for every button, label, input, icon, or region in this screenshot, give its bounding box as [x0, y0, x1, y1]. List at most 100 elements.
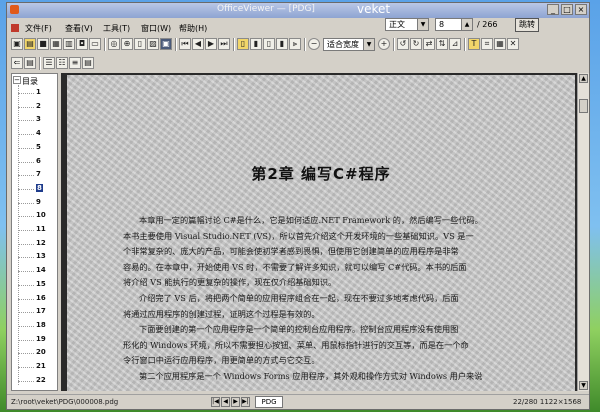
tree-item[interactable]: 4 [18, 129, 57, 139]
menu-help[interactable]: 帮助(H) [179, 23, 207, 34]
tree-item-label: 16 [36, 293, 46, 302]
mirror-icon[interactable]: ⊿ [449, 38, 461, 50]
scroll-up-icon[interactable]: ▲ [579, 74, 588, 83]
zoom-in-icon[interactable]: + [378, 38, 390, 50]
tree-item[interactable]: 6 [18, 157, 57, 167]
tree-item[interactable]: 12 [18, 239, 57, 249]
tree-item[interactable]: 14 [18, 266, 57, 276]
minimize-button[interactable]: _ [547, 4, 559, 15]
first-page-icon[interactable]: ⏮ [179, 38, 191, 50]
flip-vertical-icon[interactable]: ⇅ [436, 38, 448, 50]
view-mode-select[interactable]: 正文 ▼ [385, 18, 429, 31]
prev-page-icon[interactable]: ◀ [192, 38, 204, 50]
title-bar[interactable]: OfficeViewer — [PDG] veket _ □ × [7, 3, 589, 18]
tree-item[interactable]: 21 [18, 362, 57, 372]
export-icon[interactable]: ▥ [63, 38, 75, 50]
zoom-out-icon[interactable]: − [308, 38, 320, 50]
text-line: 容易的。在本章中，开始使用 VS 时，不需要了解许多知识，就可以编写 C#代码。… [123, 261, 467, 272]
dual-icon[interactable]: ▮ [276, 38, 288, 50]
tree-item[interactable]: 7 [18, 170, 57, 180]
menu-file[interactable]: 文件(F) [25, 23, 52, 34]
chevron-down-icon[interactable]: ▼ [363, 39, 374, 50]
outline-expand-icon[interactable]: ☷ [56, 57, 68, 69]
tree-item[interactable]: 11 [18, 225, 57, 235]
rotate-left-icon[interactable]: ↺ [397, 38, 409, 50]
open-icon[interactable]: ▣ [11, 38, 23, 50]
text-tool-icon[interactable]: T [468, 38, 480, 50]
continuous-icon[interactable]: ▮ [250, 38, 262, 50]
magnifier-icon[interactable]: ◎ [108, 38, 120, 50]
main-window: OfficeViewer — [PDG] veket _ □ × 文件(F) 查… [6, 2, 590, 410]
scroll-thumb[interactable] [579, 99, 588, 113]
close-button[interactable]: × [575, 4, 587, 15]
list-detail-icon[interactable]: ▤ [82, 57, 94, 69]
zoom-select[interactable]: 适合宽度 ▼ [323, 38, 375, 51]
text-line: 个非常复杂的、庞大的产品，可能会使初学者感到畏惧，但使用它创建简单的应用程序是非… [123, 246, 459, 257]
next-page-icon[interactable]: ▶ [205, 38, 217, 50]
tree-item-label: 3 [36, 115, 41, 124]
split-icon[interactable]: ⫸ [289, 38, 301, 50]
save-icon[interactable]: ■ [37, 38, 49, 50]
last-tab-icon[interactable]: ▶| [241, 397, 250, 407]
page-info: 22/280 1122×1568 [513, 398, 582, 406]
jump-button[interactable]: 跳转 [515, 18, 539, 32]
bookmark-panel-icon[interactable]: ▤ [24, 57, 36, 69]
outline-sidebar[interactable]: 目录 − 1 2 3 4 5 6 7 8 9 10 11 12 13 14 15 16 17 18 19 20 21 22 [11, 73, 58, 391]
page-number-input[interactable]: 8 ▲ [435, 18, 473, 31]
tree-item[interactable]: 15 [18, 280, 57, 290]
document-area[interactable]: 第2章 编写C#程序 本章用一定的篇幅讨论 C#是什么，它是如何适应.NET F… [61, 73, 577, 391]
collapse-icon[interactable]: − [13, 76, 21, 84]
maximize-button[interactable]: □ [561, 4, 573, 15]
tree-item-label: 19 [36, 334, 46, 343]
tab-pdg[interactable]: PDG [255, 396, 283, 408]
next-tab-icon[interactable]: ▶ [231, 397, 240, 407]
text-line: 第二个应用程序是一个 Windows Forms 应用程序，其外观和操作方式对 … [139, 370, 483, 381]
tree-item[interactable]: 18 [18, 321, 57, 331]
crop-icon[interactable]: ⌗ [481, 38, 493, 50]
tree-item[interactable]: 3 [18, 115, 57, 125]
thumbnail-icon[interactable]: ▨ [147, 38, 159, 50]
tree-item-label: 5 [36, 142, 41, 151]
tree-item[interactable]: 10 [18, 211, 57, 221]
tree-item[interactable]: 17 [18, 307, 57, 317]
floppy-icon[interactable]: ◘ [76, 38, 88, 50]
tools-icon[interactable]: ✕ [507, 38, 519, 50]
tree-item[interactable]: 16 [18, 293, 57, 304]
tree-item[interactable]: 22 [18, 376, 57, 386]
outline-icon[interactable]: ☰ [43, 57, 55, 69]
menu-tools[interactable]: 工具(T) [103, 23, 130, 34]
select-icon[interactable]: ▦ [494, 38, 506, 50]
text-line: 形化的 Windows 环境，所以不需要担心按钮、菜单、用鼠标指针进行的交互等，… [123, 339, 469, 350]
chevron-down-icon[interactable]: ▼ [417, 19, 428, 30]
tree-item[interactable]: 2 [18, 102, 57, 112]
print-icon[interactable]: ▭ [89, 38, 101, 50]
prev-tab-icon[interactable]: ◀ [221, 397, 230, 407]
list-icon[interactable]: ≡ [69, 57, 81, 69]
tree-item[interactable]: 20 [18, 348, 57, 358]
flip-icon[interactable]: ⇄ [423, 38, 435, 50]
scroll-down-icon[interactable]: ▼ [579, 381, 588, 390]
grid-icon[interactable]: ▦ [50, 38, 62, 50]
folder-icon[interactable]: ▤ [24, 38, 36, 50]
vertical-scrollbar[interactable]: ▲ ▼ [577, 73, 589, 391]
tree-item[interactable]: 8 [18, 183, 57, 194]
paragraph-2: 介绍完了 VS 后，将把两个简单的应用程序组合在一起，现在不要过多地考虑代码，后… [67, 291, 575, 322]
fit-icon[interactable]: ▣ [160, 38, 172, 50]
single-page-icon[interactable]: ▯ [237, 38, 249, 50]
tree-item[interactable]: 19 [18, 334, 57, 345]
find-next-icon[interactable]: ⊕ [121, 38, 133, 50]
two-page-icon[interactable]: ▯ [263, 38, 275, 50]
last-page-icon[interactable]: ⏭ [218, 38, 230, 50]
menu-view[interactable]: 查看(V) [65, 23, 93, 34]
view-mode-value: 正文 [389, 20, 405, 29]
menu-window[interactable]: 窗口(W) [141, 23, 171, 34]
rotate-right-icon[interactable]: ↻ [410, 38, 422, 50]
back-arrow-icon[interactable]: ⇐ [11, 57, 23, 69]
tree-item[interactable]: 1 [18, 88, 57, 98]
tree-item[interactable]: 9 [18, 198, 57, 208]
tree-item[interactable]: 5 [18, 142, 57, 153]
spinner-icon[interactable]: ▲ [461, 19, 472, 30]
page-view-icon[interactable]: ▯ [134, 38, 146, 50]
first-tab-icon[interactable]: |◀ [211, 397, 220, 407]
tree-item[interactable]: 13 [18, 252, 57, 262]
